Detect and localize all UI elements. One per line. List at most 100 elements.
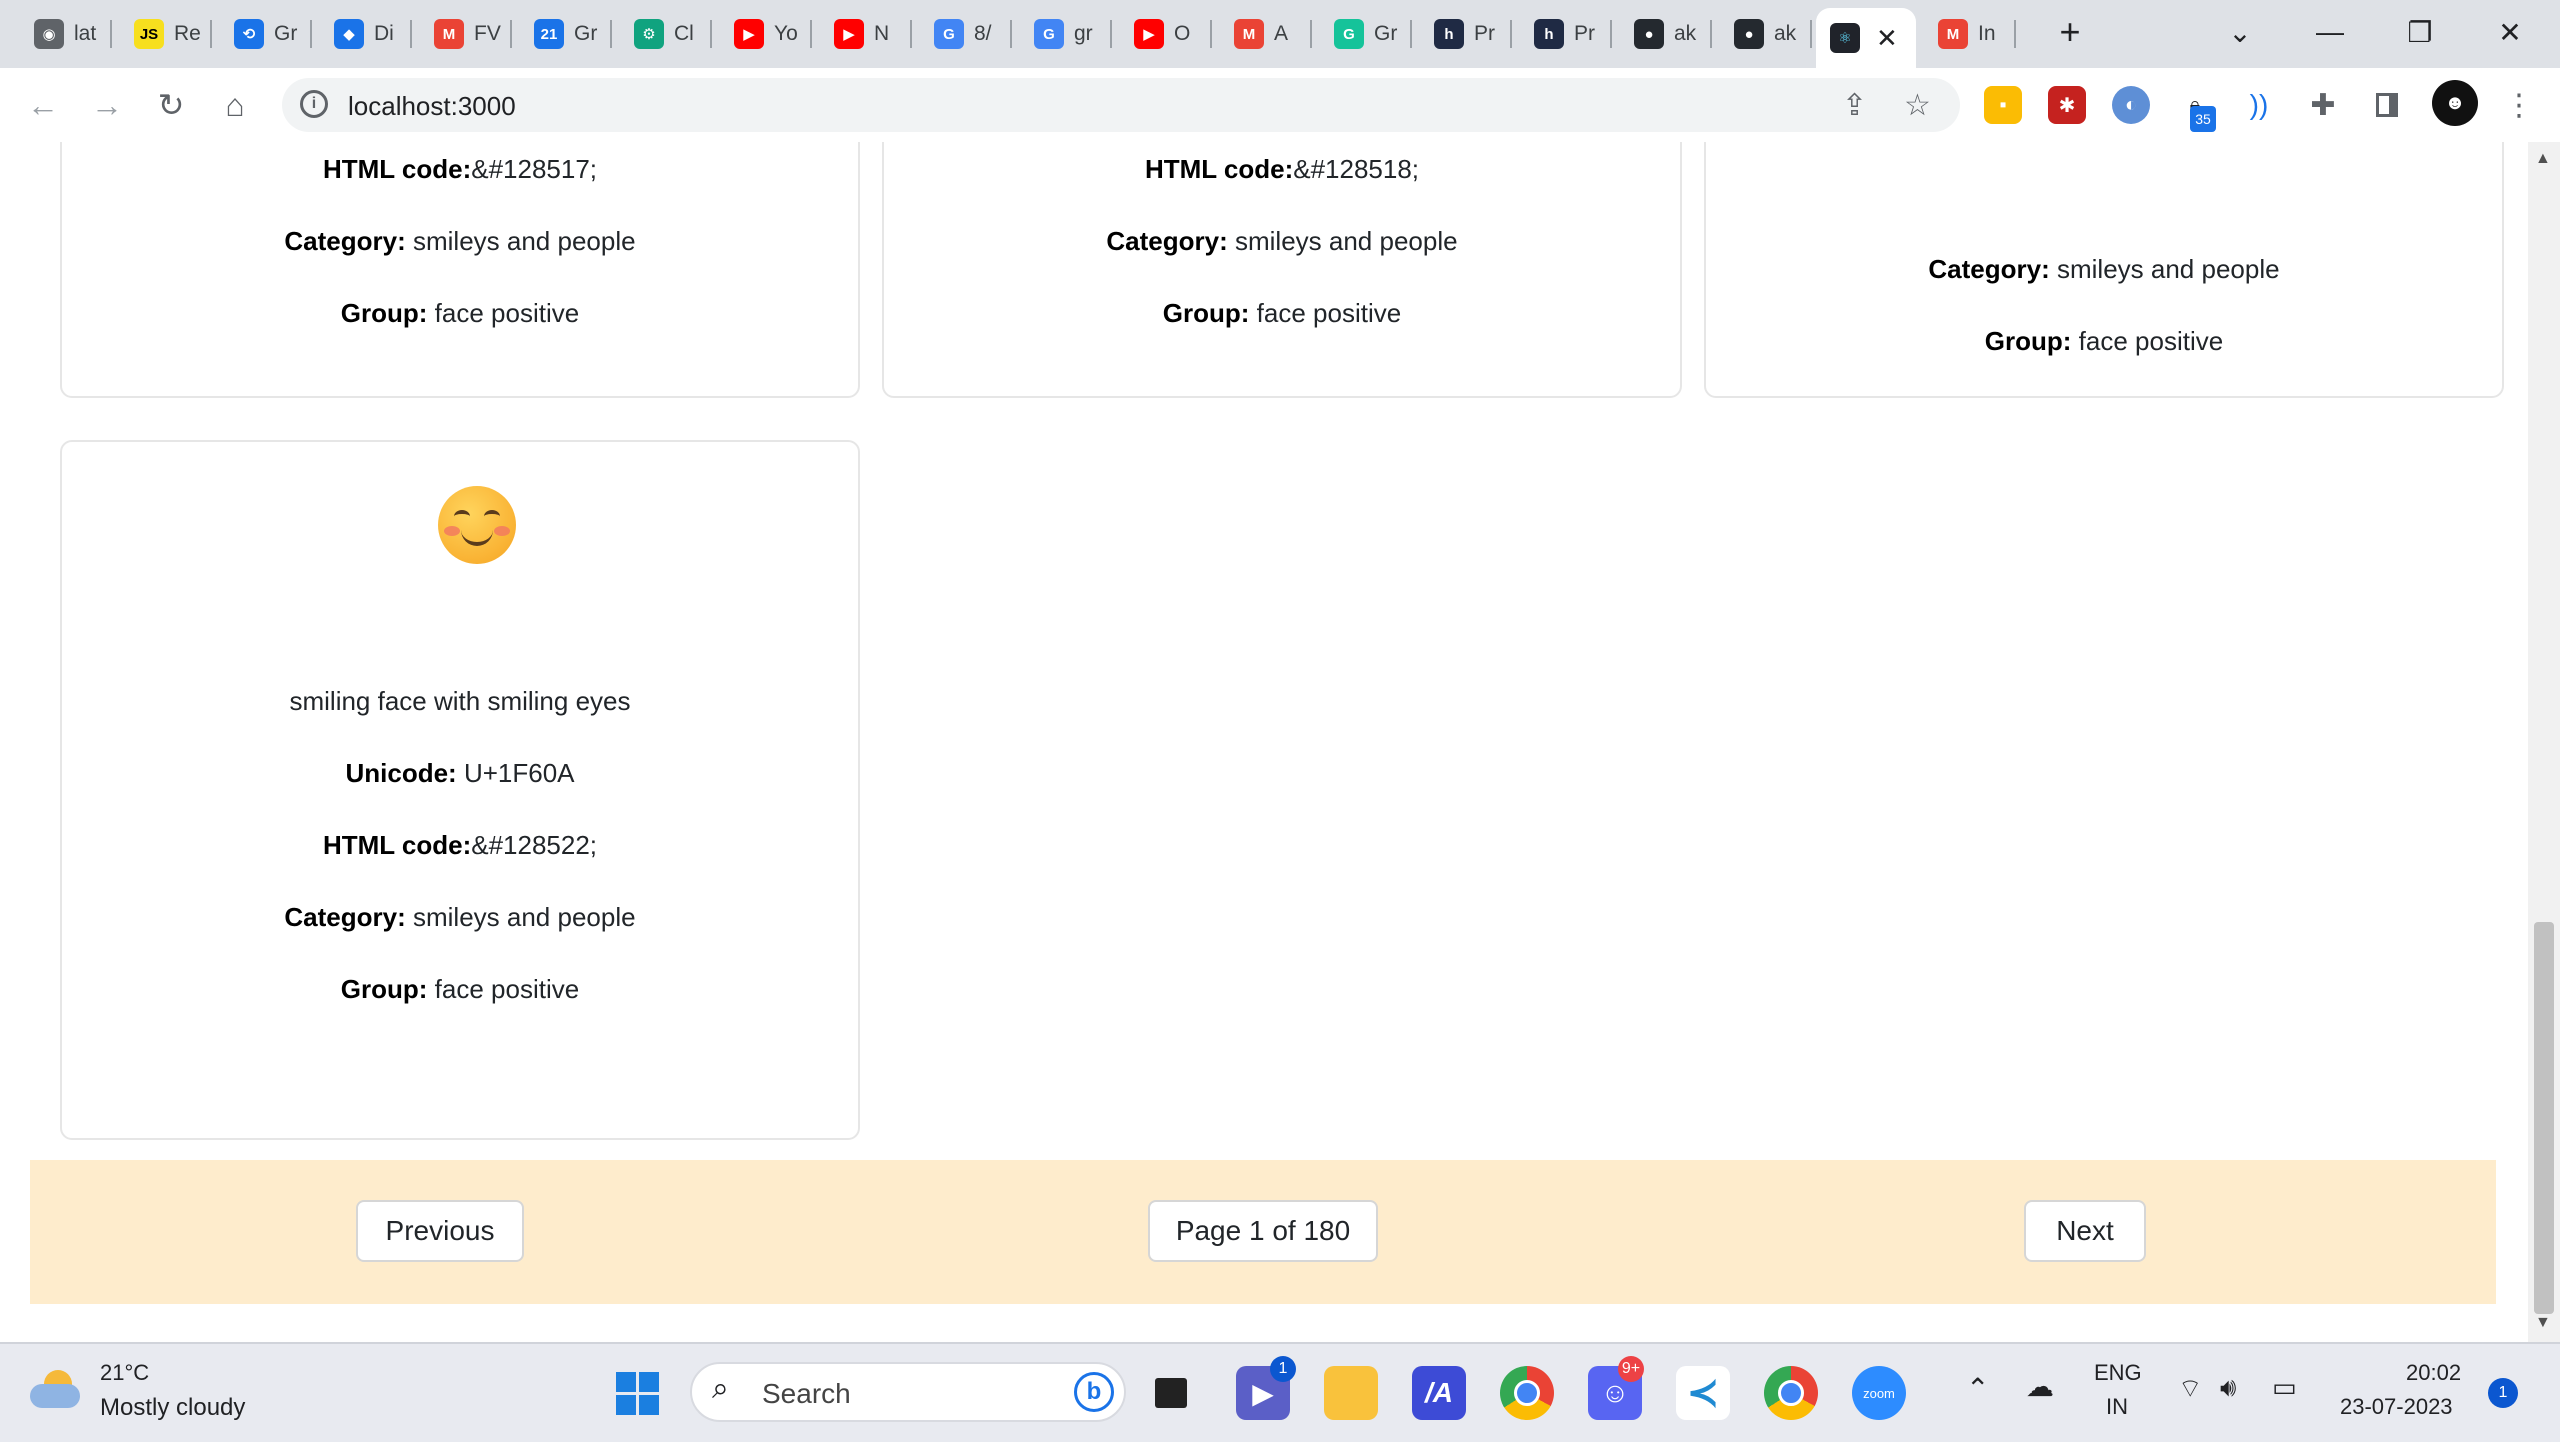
browser-tab[interactable]: M FV (420, 10, 512, 58)
url-text[interactable]: localhost:3000 (348, 91, 516, 122)
back-button[interactable]: ← (18, 80, 68, 130)
chevron-up-icon[interactable]: ⌃ (1966, 1372, 1989, 1405)
windows-taskbar: 21°C Mostly cloudy ⌕ Search b ▶ 1 /A ☺ 9… (0, 1342, 2560, 1442)
tab-label: Yo (774, 22, 798, 45)
arrow-left-icon: ← (27, 86, 59, 123)
browser-tab[interactable]: ▶ O (1120, 10, 1212, 58)
home-button[interactable]: ⌂ (210, 80, 260, 130)
group-row: Group: face positive (340, 298, 580, 328)
new-tab-button[interactable]: + (2040, 8, 2100, 56)
weather-temperature[interactable]: 21°C (100, 1360, 149, 1386)
teams-icon[interactable]: ▶ 1 (1236, 1356, 1296, 1420)
page-scrollbar[interactable]: ▲ ▼ (2528, 142, 2560, 1342)
browser-tab[interactable]: ▶ N (820, 10, 912, 58)
chrome-icon[interactable] (1500, 1366, 1554, 1420)
tab-label: Cl (674, 22, 694, 45)
react-icon: ⚛ (1830, 23, 1860, 53)
bookmark-star-icon[interactable]: ☆ (1904, 88, 1931, 123)
tab-divider (910, 20, 912, 48)
browser-tab[interactable]: ▶ Yo (720, 10, 812, 58)
browser-tab[interactable]: M In (1924, 10, 2016, 58)
notification-badge[interactable]: 1 (2488, 1378, 2518, 1408)
tab-divider (1710, 20, 1712, 48)
tab-divider (810, 20, 812, 48)
youtube-icon: ▶ (1134, 19, 1164, 49)
browser-tab[interactable]: 21 Gr (520, 10, 612, 58)
browser-tab[interactable]: MA (1220, 10, 1312, 58)
minimize-icon[interactable]: — (2300, 8, 2360, 56)
browser-menu-button[interactable]: ⋮ (2494, 80, 2544, 130)
vscode-icon[interactable]: ≺ (1676, 1366, 1730, 1420)
browser-tab[interactable]: G Gr (1320, 10, 1412, 58)
tab-divider (210, 20, 212, 48)
weather-cloudy-icon[interactable] (30, 1370, 86, 1410)
read-aloud-extension-icon[interactable]: )) (2240, 86, 2278, 124)
bing-icon[interactable]: b (1074, 1372, 1114, 1412)
tab-divider (510, 20, 512, 48)
browser-tab[interactable]: ⟲ Gr (220, 10, 312, 58)
browser-tab[interactable]: ◆ Di (320, 10, 412, 58)
discord-badge: 9+ (1618, 1356, 1644, 1382)
tab-divider (1510, 20, 1512, 48)
chrome-profile-icon[interactable] (1764, 1366, 1818, 1420)
browser-tab[interactable]: ● ak (1720, 10, 1812, 58)
planet-extension-icon[interactable]: ◐ (2112, 86, 2150, 124)
scroll-down-icon[interactable]: ▼ (2535, 1314, 2551, 1332)
bug-extension-icon[interactable]: ✱ (2048, 86, 2086, 124)
forward-button[interactable]: → (82, 80, 132, 130)
scrollbar-thumb[interactable] (2534, 922, 2554, 1314)
battery-icon[interactable]: ▭ (2272, 1372, 2297, 1403)
puzzle-icon[interactable]: ✚ (2304, 86, 2342, 124)
site-info-icon[interactable]: i (300, 90, 328, 118)
browser-tab[interactable]: ⚙ Cl (620, 10, 712, 58)
html-code-row: HTML code:&#128522; (322, 830, 598, 860)
volume-icon[interactable]: 🔊︎ (2220, 1372, 2236, 1404)
browser-tab[interactable]: ● ak (1620, 10, 1712, 58)
browser-tab[interactable]: G 8/ (920, 10, 1012, 58)
profile-avatar[interactable]: ☻ (2432, 80, 2478, 126)
tab-label: N (874, 22, 890, 45)
address-bar[interactable]: i localhost:3000 ⇪ ☆ (282, 78, 1960, 132)
side-panel-icon[interactable] (2368, 86, 2406, 124)
emoji-card: smiling face with smiling eyes Unicode: … (60, 440, 860, 1140)
google-icon: G (934, 19, 964, 49)
keep-extension-icon[interactable]: ▪ (1984, 86, 2022, 124)
taskbar-search[interactable]: ⌕ Search b (690, 1362, 1126, 1422)
clock-time[interactable]: 20:02 (2406, 1360, 2461, 1386)
clock-date[interactable]: 23-07-2023 (2340, 1394, 2453, 1420)
tab-search-chevron-icon[interactable]: ⌄ (2210, 8, 2270, 56)
discord-icon[interactable]: ☺ 9+ (1588, 1356, 1644, 1420)
browser-tab[interactable]: ◉ lat (20, 10, 112, 58)
browser-tab[interactable]: h Pr (1520, 10, 1612, 58)
tab-divider (1410, 20, 1412, 48)
restore-icon[interactable]: ❐ (2390, 8, 2450, 56)
browser-tab[interactable]: Ggr (1020, 10, 1112, 58)
windows-start-icon[interactable] (610, 1366, 664, 1420)
task-view-icon[interactable] (1144, 1366, 1198, 1420)
tab-label: ak (1774, 22, 1797, 45)
search-icon: ⌕ (712, 1372, 729, 1405)
scroll-up-icon[interactable]: ▲ (2535, 150, 2551, 168)
close-window-icon[interactable]: ✕ (2480, 8, 2540, 56)
language-code[interactable]: ENG (2094, 1360, 2142, 1386)
wifi-icon[interactable]: ⌔ (2178, 1372, 2202, 1405)
language-region[interactable]: IN (2106, 1394, 2128, 1420)
share-icon[interactable]: ⇪ (1842, 88, 1867, 123)
browser-tab-active[interactable]: ⚛ ✕ (1816, 8, 1916, 68)
lock-extension-icon[interactable]: 🔒︎ 35 (2176, 86, 2216, 132)
weather-description[interactable]: Mostly cloudy (100, 1394, 245, 1422)
tab-label: A (1274, 22, 1289, 45)
js-icon: JS (134, 19, 164, 49)
chatgpt-icon: ⚙ (634, 19, 664, 49)
browser-tab[interactable]: h Pr (1420, 10, 1512, 58)
reload-button[interactable]: ↻ (146, 80, 196, 130)
close-tab-icon[interactable]: ✕ (1876, 23, 1898, 54)
browser-tab[interactable]: JS Re (120, 10, 212, 58)
tab-divider (1010, 20, 1012, 48)
next-button[interactable]: Next (2024, 1200, 2146, 1262)
previous-button[interactable]: Previous (356, 1200, 524, 1262)
zoom-icon[interactable]: zoom (1852, 1366, 1906, 1420)
file-explorer-icon[interactable] (1324, 1366, 1378, 1420)
app-icon[interactable]: /A (1412, 1366, 1466, 1420)
onedrive-icon[interactable]: ☁ (2026, 1370, 2054, 1403)
